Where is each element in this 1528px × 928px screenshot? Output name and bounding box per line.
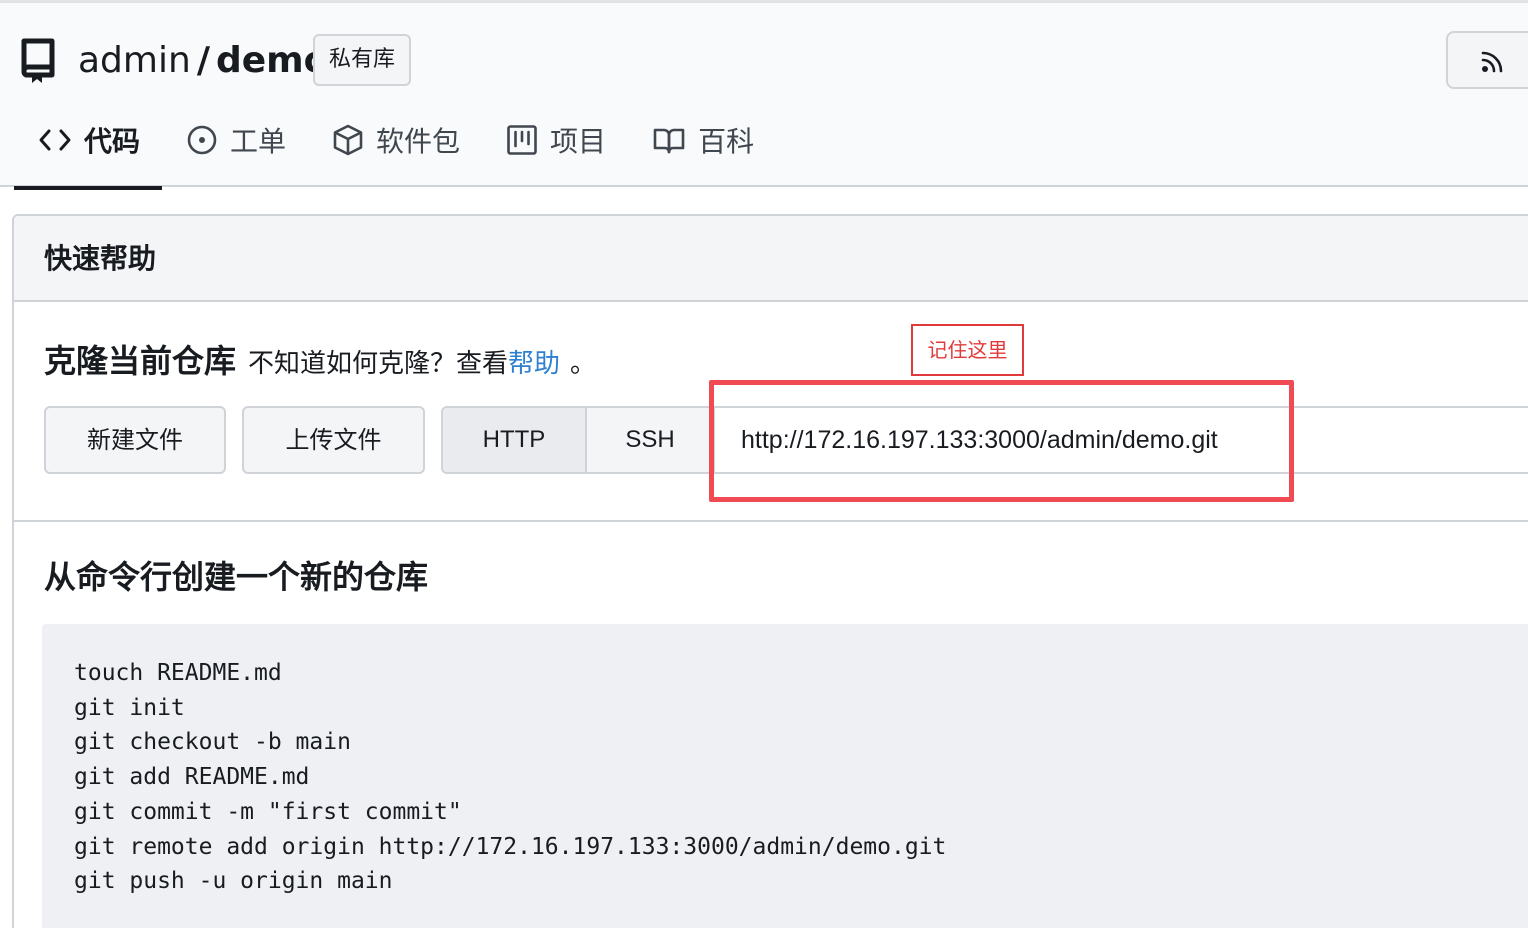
http-protocol-button[interactable]: HTTP xyxy=(443,408,587,472)
tab-issues-label: 工单 xyxy=(230,124,287,158)
tab-packages[interactable]: 软件包 xyxy=(308,111,482,188)
upload-file-button[interactable]: 上传文件 xyxy=(242,406,425,474)
repo-owner-link[interactable]: admin xyxy=(78,39,191,83)
tab-code-label: 代码 xyxy=(84,124,141,158)
cli-code-block: touch README.md git init git checkout -b… xyxy=(42,624,1528,928)
book-icon xyxy=(653,128,685,153)
rss-button[interactable] xyxy=(1446,31,1528,89)
cli-heading: 从命令行创建一个新的仓库 xyxy=(44,558,429,596)
clone-url-input[interactable] xyxy=(715,408,1528,472)
quick-help-panel: 快速帮助 克隆当前仓库 不知道如何克隆？查看 帮助 。 新建文件 上传文件 HT… xyxy=(12,214,1528,928)
new-file-button[interactable]: 新建文件 xyxy=(44,406,226,474)
rss-icon xyxy=(1481,51,1503,73)
code-line: touch README.md xyxy=(74,660,282,686)
tab-projects[interactable]: 项目 xyxy=(482,111,628,188)
code-line: git commit -m "first commit" xyxy=(74,798,462,825)
repo-separator: / xyxy=(196,40,210,81)
repo-name-link[interactable]: demo xyxy=(216,39,328,83)
repo-title: admin / demo xyxy=(78,39,328,83)
tab-wiki[interactable]: 百科 xyxy=(628,111,776,188)
ssh-protocol-button[interactable]: SSH xyxy=(587,408,715,472)
panel-title: 快速帮助 xyxy=(14,216,1528,302)
code-line: git push -u origin main xyxy=(74,868,393,895)
clone-heading: 克隆当前仓库 xyxy=(44,342,237,380)
private-badge: 私有库 xyxy=(313,34,411,86)
project-icon xyxy=(507,124,537,155)
tab-code[interactable]: 代码 xyxy=(14,111,163,190)
repo-tabs: 代码 工单 软件包 项目 百科 xyxy=(14,111,776,190)
repo-icon xyxy=(21,38,55,83)
code-line: git remote add origin http://172.16.197.… xyxy=(74,833,947,860)
code-line: git checkout -b main xyxy=(74,729,351,756)
help-link[interactable]: 帮助 xyxy=(508,343,560,380)
clone-period: 。 xyxy=(570,349,597,379)
clone-question: 不知道如何克隆？查看 xyxy=(248,349,509,379)
issue-icon xyxy=(187,125,217,154)
clone-heading-row: 克隆当前仓库 不知道如何克隆？查看 帮助 。 xyxy=(44,336,596,382)
tab-wiki-label: 百科 xyxy=(698,124,755,158)
tab-projects-label: 项目 xyxy=(550,124,607,158)
clone-url-group: HTTP SSH xyxy=(441,406,1528,474)
repo-header: admin / demo 私有库 代码 工单 软件包 项目 百科 xyxy=(0,0,1528,190)
package-icon xyxy=(333,124,363,155)
tab-issues[interactable]: 工单 xyxy=(162,111,308,188)
tab-packages-label: 软件包 xyxy=(376,124,461,158)
code-line: git add README.md xyxy=(74,764,310,791)
annotation-label: 记住这里 xyxy=(911,324,1024,376)
code-icon xyxy=(39,129,71,150)
code-line: git init xyxy=(74,694,185,721)
